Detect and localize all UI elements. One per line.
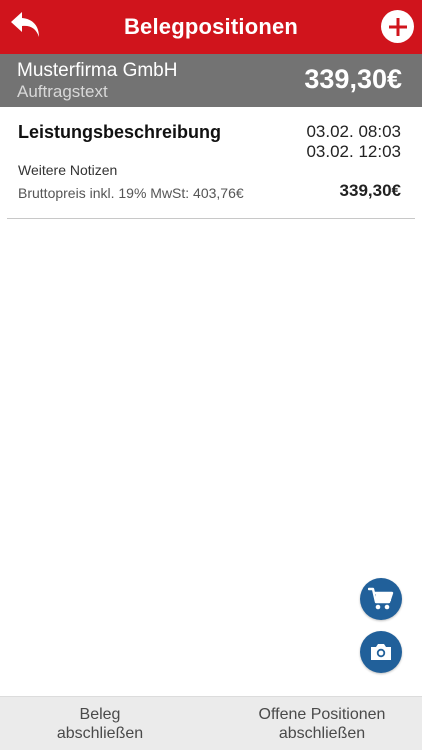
close-open-positions-label-line1: Offene Positionen xyxy=(258,706,386,723)
shopping-cart-icon xyxy=(368,587,394,610)
camera-button[interactable] xyxy=(360,631,402,673)
top-navigation-bar: Belegpositionen xyxy=(0,0,422,54)
close-open-positions-label-line2: abschließen xyxy=(278,725,366,742)
order-text: Auftragstext xyxy=(17,82,108,101)
back-button[interactable] xyxy=(6,6,46,48)
position-notes: Weitere Notizen xyxy=(18,162,118,178)
position-end-date: 03.02. 12:03 xyxy=(306,142,401,161)
plus-icon xyxy=(388,17,407,36)
cart-button[interactable] xyxy=(360,578,402,620)
position-description: Leistungsbeschreibung xyxy=(18,122,222,142)
camera-icon xyxy=(371,644,391,660)
position-start-date: 03.02. 08:03 xyxy=(306,122,401,141)
list-item[interactable]: Leistungsbeschreibung 03.02. 08:03 03.02… xyxy=(7,107,415,219)
bottom-toolbar: Beleg abschließen Offene Positionen absc… xyxy=(0,696,422,750)
document-summary: Musterfirma GmbH Auftragstext 339,30€ xyxy=(0,54,422,107)
close-document-button[interactable]: Beleg abschließen xyxy=(0,697,200,750)
company-name: Musterfirma GmbH xyxy=(17,60,178,81)
position-gross-price: Bruttopreis inkl. 19% MwSt: 403,76€ xyxy=(18,185,244,201)
close-document-label-line1: Beleg xyxy=(79,706,121,723)
close-document-label-line2: abschließen xyxy=(56,725,144,742)
undo-arrow-icon xyxy=(11,12,39,37)
position-price: 339,30€ xyxy=(339,181,401,200)
add-position-button[interactable] xyxy=(381,10,414,43)
page-title: Belegpositionen xyxy=(123,14,299,39)
document-total: 339,30€ xyxy=(304,64,402,94)
close-open-positions-button[interactable]: Offene Positionen abschließen xyxy=(222,697,422,750)
